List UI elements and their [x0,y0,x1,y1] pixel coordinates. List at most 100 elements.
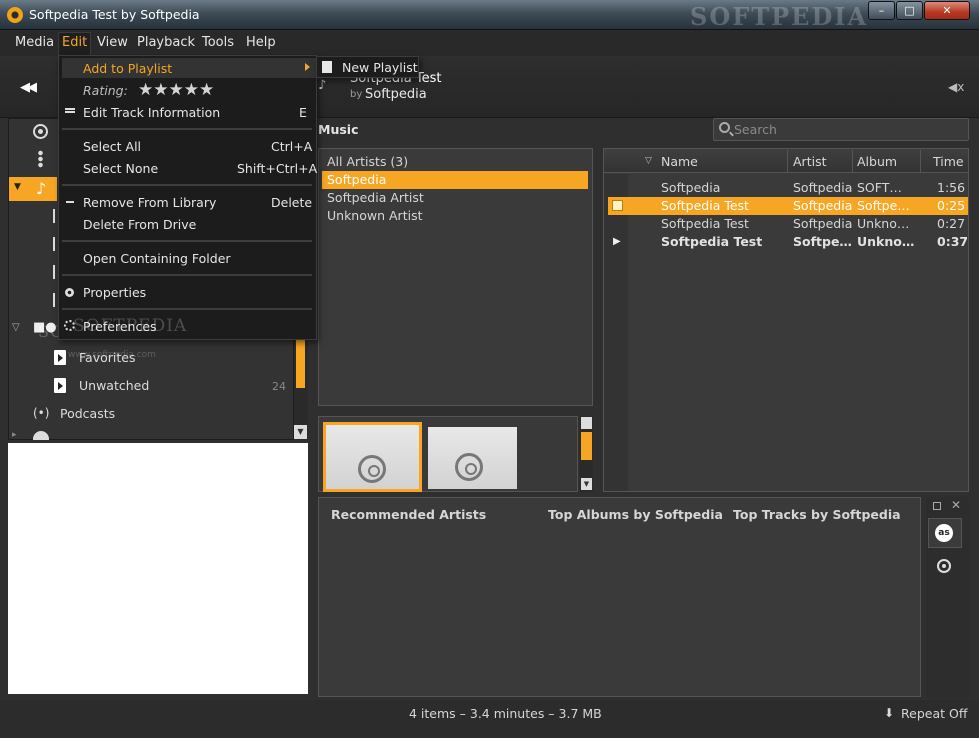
track-name: Softpedia [661,180,721,195]
menu-separator [62,184,312,186]
playlist-icon [54,378,66,393]
menu-playback[interactable]: Playback [137,35,195,50]
menu-item-select-none[interactable]: Select None [83,161,158,176]
track-artist: Softpedia [793,216,853,231]
track-time: 0:27 [937,216,966,231]
maximize-pane-icon[interactable] [933,502,941,510]
source-artwork-area [8,443,308,694]
track-name: Softpedia Test [661,234,763,249]
source-item-unwatched[interactable]: Unwatched [79,378,149,393]
target-icon[interactable] [937,559,951,573]
menu-item-delete-from-drive[interactable]: Delete From Drive [83,217,196,232]
menu-separator [62,128,312,130]
title-bar[interactable]: Softpedia Test by Softpedia SOFTPEDIA [0,0,979,31]
track-time: 0:37 [937,234,967,249]
title-watermark: SOFTPEDIA [690,2,869,31]
source-subitem-icon [53,237,55,251]
radio-icon[interactable] [33,124,48,139]
scroll-down-icon[interactable]: ▼ [581,478,592,490]
menu-item-select-all[interactable]: Select All [83,139,141,154]
library-summary: 4 items – 3.4 minutes – 3.7 MB [409,706,602,721]
artist-item[interactable]: All Artists (3) [322,153,588,171]
disc-icon [358,455,386,483]
source-subitem-icon [53,293,55,307]
search-input[interactable] [734,121,964,138]
now-playing-by-label: by [350,89,363,100]
table-row[interactable]: Softpedia Test Softpedia Unkno… 0:27 [608,215,968,233]
menu-item-remove-from-library[interactable]: Remove From Library [83,195,216,210]
shortcut-select-none: Shift+Ctrl+A [237,161,318,176]
menu-media[interactable]: Media [15,35,54,50]
column-divider[interactable] [852,150,853,172]
artist-item-selected[interactable]: Softpedia [322,171,588,189]
column-header-time[interactable]: Time [933,154,964,169]
source-item-favorites[interactable]: Favorites [79,350,135,365]
menu-help[interactable]: Help [246,35,276,50]
menu-item-properties[interactable]: Properties [83,285,146,300]
repeat-icon: ⬇ [884,706,895,720]
track-time: 1:56 [937,180,966,195]
artist-item[interactable]: Unknown Artist [322,207,588,225]
close-pane-icon[interactable]: ✕ [951,498,961,512]
source-item-podcasts[interactable]: Podcasts [60,406,115,421]
dots-icon[interactable] [38,150,43,168]
top-tracks-heading: Top Tracks by Softpedia [733,507,901,522]
source-subitem-icon [53,265,55,279]
column-divider[interactable] [920,150,921,172]
track-name: Softpedia Test [661,216,749,231]
source-subitem-icon [53,209,55,223]
menu-watermark: SOFTPEDIA [73,316,188,336]
table-row-playing[interactable]: Softpedia Test Softpe… Unkno… 0:37 [608,233,968,251]
maximize-button[interactable]: □ [896,1,923,20]
album-art[interactable] [428,427,517,489]
scroll-down-icon[interactable]: ▼ [294,425,307,439]
track-list-header [604,149,968,173]
menu-item-edit-track-info[interactable]: Edit Track Information [83,105,220,120]
music-note-icon: ♪ [36,179,47,198]
menu-item-open-containing-folder[interactable]: Open Containing Folder [83,251,231,266]
column-header-name[interactable]: Name [661,154,698,169]
mute-icon[interactable]: ◀x [948,80,964,94]
menu-separator [62,274,312,276]
table-row[interactable]: Softpedia Softpedia SOFT… 1:56 [608,179,968,197]
menu-item-add-to-playlist[interactable]: Add to Playlist [83,61,172,76]
column-header-artist[interactable]: Artist [793,154,826,169]
album-art-scroll-thumb[interactable] [581,432,592,460]
scroll-up-icon[interactable] [581,417,592,429]
section-title: Music [318,122,359,137]
column-divider[interactable] [787,150,788,172]
recommendations-panel [318,497,921,697]
edit-info-icon [65,108,75,113]
shortcut-remove-from-library: Delete [271,195,313,210]
menu-item-new-playlist[interactable]: New Playlist [342,60,418,75]
search-icon [719,122,730,133]
menu-tools[interactable]: Tools [202,35,234,50]
artist-item[interactable]: Softpedia Artist [322,189,588,207]
track-album: SOFT… [857,180,902,195]
previous-track-icon[interactable]: ◀◀ [20,80,37,95]
podcast-icon: (•) [33,406,50,420]
now-playing-artist[interactable]: Softpedia [365,87,427,102]
menu-view[interactable]: View [97,35,128,50]
table-row-selected[interactable]: Softpedia Test Softpedia Softpe… 0:25 [608,197,968,215]
menu-edit[interactable]: Edit [62,35,87,50]
sort-indicator-icon: ▽ [645,156,652,166]
track-artist: Softpe… [793,234,852,249]
playlist-icon [54,350,66,365]
album-art-selected[interactable] [323,422,422,492]
repeat-toggle[interactable]: Repeat Off [901,706,967,721]
track-album: Unkno… [857,234,915,249]
sidebar-scroll-thumb[interactable] [296,340,305,388]
expand-triangle-icon[interactable]: ▸ [12,430,17,440]
track-name: Softpedia Test [661,198,749,213]
menu-separator [62,240,312,242]
expand-triangle-icon[interactable]: ▽ [12,322,20,333]
close-button[interactable]: ✕ [924,1,970,20]
recommended-artists-heading: Recommended Artists [331,507,487,522]
minimize-button[interactable]: – [868,1,895,20]
expand-triangle-icon[interactable]: ▼ [14,182,21,192]
column-header-album[interactable]: Album [857,154,897,169]
rating-stars[interactable]: ★★★★★ [138,80,214,100]
menu-separator [62,308,312,310]
properties-icon [65,288,74,297]
